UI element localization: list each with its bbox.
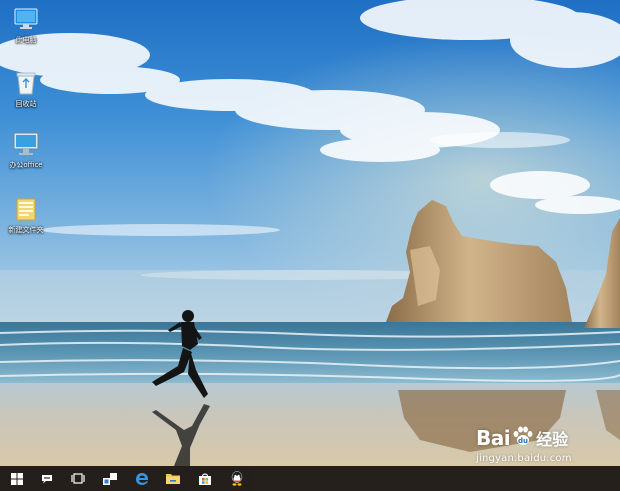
desktop-icon-label: 回收站 [15, 100, 37, 108]
desktop-icon-new-folder[interactable]: 新建文件夹 [2, 196, 50, 235]
desktop-icon-this-pc[interactable]: 此电脑 [2, 6, 50, 45]
store-icon [198, 472, 212, 486]
svg-text:du: du [518, 437, 528, 445]
folder-icon [13, 196, 39, 222]
qq-icon [230, 471, 244, 486]
monitor-icon [13, 131, 39, 157]
cortana-button[interactable] [32, 466, 62, 491]
taskbar [0, 466, 620, 491]
people-app-icon [102, 472, 118, 486]
watermark-brand-suffix: 经验 [536, 430, 569, 449]
baidu-paw-icon: du [512, 425, 534, 451]
edge-button[interactable] [127, 466, 157, 491]
task-view-button[interactable] [63, 466, 93, 491]
computer-icon [13, 6, 39, 32]
recycle-bin-icon [13, 70, 39, 96]
task-view-icon [71, 473, 85, 484]
cortana-search-icon [41, 474, 53, 484]
baidu-jingyan-watermark: Bai du 经验 jingyan.baidu.com [476, 425, 616, 465]
watermark-brand: Bai [476, 426, 511, 450]
desktop-icon-label: 办公office [9, 161, 43, 169]
file-explorer-button[interactable] [158, 466, 188, 491]
start-button[interactable] [2, 466, 32, 491]
desktop-icon-label: 此电脑 [15, 36, 37, 44]
desktop: 此电脑 回收站 办公office 新建文件夹 Bai du 经验 jingyan… [0, 0, 620, 491]
store-button[interactable] [190, 466, 220, 491]
desktop-wallpaper [0, 0, 620, 467]
desktop-icon-recycle-bin[interactable]: 回收站 [2, 70, 50, 109]
windows-start-icon [11, 472, 23, 485]
qq-button[interactable] [222, 466, 252, 491]
desktop-icon-label: 新建文件夹 [8, 226, 44, 234]
file-explorer-icon [165, 472, 181, 485]
people-button[interactable] [95, 466, 125, 491]
edge-browser-icon [135, 472, 149, 486]
desktop-icon-office[interactable]: 办公office [2, 131, 50, 170]
watermark-url: jingyan.baidu.com [476, 453, 572, 464]
